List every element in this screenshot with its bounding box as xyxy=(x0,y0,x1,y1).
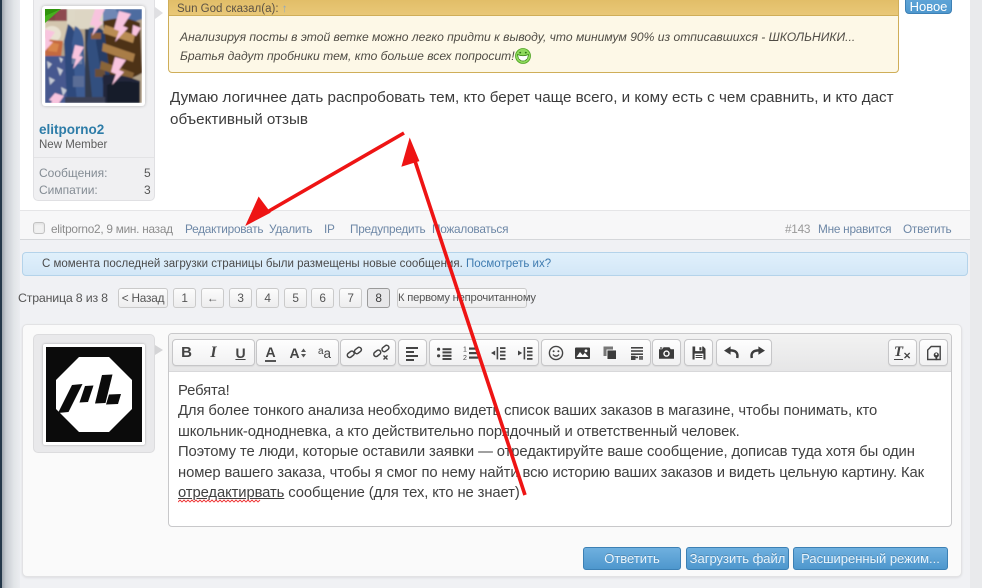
svg-text:2: 2 xyxy=(463,355,467,361)
svg-text:1: 1 xyxy=(463,346,467,353)
